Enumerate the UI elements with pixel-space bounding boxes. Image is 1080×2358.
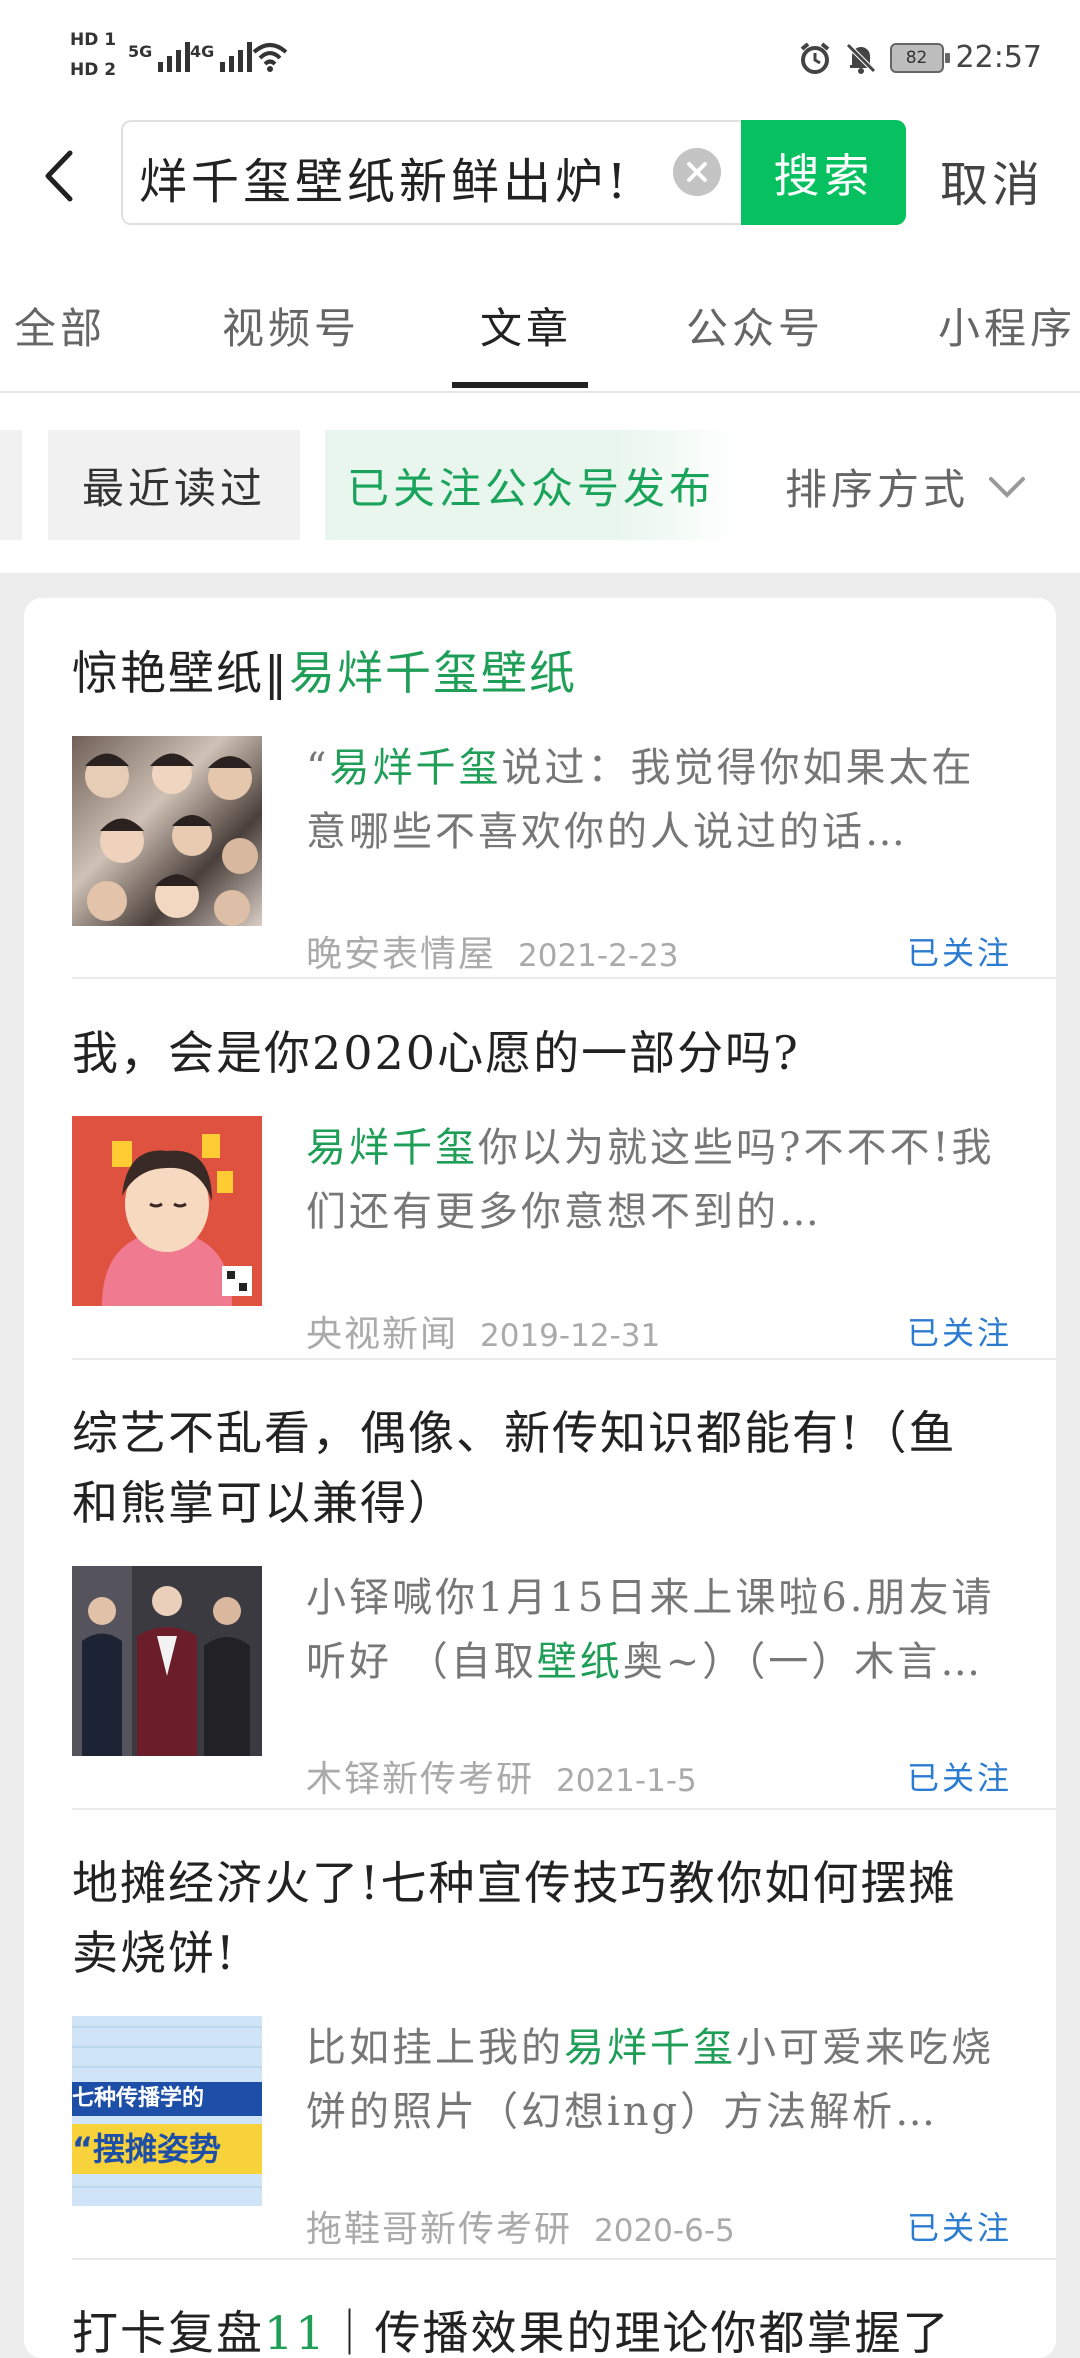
thumbnail-caption-1: 七种传播学的 — [72, 2082, 262, 2116]
filter-recently-read[interactable]: 最近读过 — [48, 430, 300, 540]
filter-chip-partial[interactable] — [0, 430, 22, 540]
sort-label: 排序方式 — [785, 465, 970, 514]
result-date: 2019-12-31 — [480, 1318, 661, 1354]
results-list: 惊艳壁纸‖易烊千玺壁纸 “易烊千玺说过：我觉得你如果太在意哪些不喜欢你的人说过的… — [24, 598, 1056, 2358]
result-item[interactable]: 我，会是你2020心愿的一部分吗? 易烊千玺你以为就这些吗?不不不!我们还有更多… — [72, 1018, 1012, 1438]
result-meta: 晚安表情屋 2021-2-23 — [306, 925, 678, 977]
result-source: 央视新闻 — [306, 1314, 459, 1355]
result-item[interactable]: 综艺不乱看，偶像、新传知识都能有!（鱼和熊掌可以兼得） 小铎喊你1月15日来上课… — [72, 1398, 1012, 1878]
filter-bar: 最近读过 已关注公众号发布 排序方式 — [0, 393, 1080, 573]
result-source: 木铎新传考研 — [306, 1759, 535, 1800]
result-snippet: “易烊千玺说过：我觉得你如果太在意哪些不喜欢你的人说过的话… — [306, 745, 975, 855]
result-meta: 拖鞋哥新传考研 2020-6-5 — [306, 2200, 735, 2252]
clear-search-icon[interactable] — [673, 148, 721, 196]
result-thumbnail — [72, 1566, 262, 1756]
sort-dropdown[interactable]: 排序方式 — [785, 456, 1027, 517]
divider — [72, 1808, 1056, 1810]
divider — [72, 977, 1056, 979]
result-title: 打卡复盘11｜传播效果的理论你都掌握了 — [72, 2306, 951, 2358]
result-meta: 木铎新传考研 2021-1-5 — [306, 1750, 697, 1802]
result-date: 2021-1-5 — [556, 1763, 697, 1799]
followed-badge: 已关注 — [906, 1314, 1012, 1352]
signal-4g-icon: 4G — [190, 42, 253, 72]
result-item[interactable]: 打卡复盘11｜传播效果的理论你都掌握了 — [72, 2298, 1012, 2358]
divider — [72, 1358, 1056, 1360]
result-date: 2021-2-23 — [518, 938, 679, 974]
tab-all[interactable]: 全部 — [14, 295, 106, 356]
result-title: 地摊经济火了!七种宣传技巧教你如何摆摊卖烧饼! — [72, 1856, 957, 1980]
search-button[interactable]: 搜索 — [741, 120, 906, 225]
chevron-down-icon — [989, 476, 1026, 498]
bell-muted-icon — [845, 42, 876, 74]
result-title: 惊艳壁纸‖易烊千玺壁纸 — [72, 646, 577, 700]
thumbnail-caption-2: “摆摊姿势 — [72, 2124, 262, 2174]
search-input-value: 烊千玺壁纸新鲜出炉! — [139, 154, 631, 210]
search-input[interactable]: 烊千玺壁纸新鲜出炉! — [121, 120, 741, 225]
cancel-button[interactable]: 取消 — [940, 145, 1044, 215]
tab-articles[interactable]: 文章 — [480, 295, 572, 356]
result-title: 我，会是你2020心愿的一部分吗? — [72, 1026, 800, 1080]
category-tabs: 全部 视频号 文章 公众号 小程序 — [0, 235, 1080, 393]
result-snippet: 比如挂上我的易烊千玺小可爱来吃烧饼的照片（幻想ing）方法解析… — [306, 2025, 994, 2135]
result-snippet: 易烊千玺你以为就这些吗?不不不!我们还有更多你意想不到的… — [306, 1125, 995, 1235]
result-thumbnail — [72, 1116, 262, 1306]
filter-followed-accounts[interactable]: 已关注公众号发布 — [325, 430, 737, 540]
hd2-indicator: HD 2 — [70, 60, 117, 80]
search-header: 烊千玺壁纸新鲜出炉! 搜索 取消 — [0, 115, 1080, 235]
followed-badge: 已关注 — [906, 934, 1012, 972]
signal-5g-icon: 5G — [128, 42, 191, 72]
divider — [72, 2258, 1056, 2260]
result-thumbnail: 七种传播学的 “摆摊姿势 — [72, 2016, 262, 2206]
back-arrow-icon[interactable] — [30, 141, 90, 211]
result-date: 2020-6-5 — [594, 2213, 735, 2249]
followed-badge: 已关注 — [906, 2209, 1012, 2247]
tab-official-accounts[interactable]: 公众号 — [686, 295, 824, 356]
result-title: 综艺不乱看，偶像、新传知识都能有!（鱼和熊掌可以兼得） — [72, 1406, 957, 1530]
wifi-icon — [252, 43, 288, 72]
status-bar: HD 1 HD 2 5G 4G 82 22:57 — [0, 0, 1080, 115]
result-source: 晚安表情屋 — [306, 934, 497, 975]
result-item[interactable]: 地摊经济火了!七种宣传技巧教你如何摆摊卖烧饼! 七种传播学的 “摆摊姿势 比如挂… — [72, 1848, 1012, 2288]
hd1-indicator: HD 1 — [70, 30, 117, 50]
clock: 22:57 — [955, 40, 1042, 75]
result-source: 拖鞋哥新传考研 — [306, 2209, 573, 2250]
result-meta: 央视新闻 2019-12-31 — [306, 1305, 660, 1357]
result-thumbnail — [72, 736, 262, 926]
result-snippet: 小铎喊你1月15日来上课啦6.朋友请听好 （自取壁纸奥~）（一）木言… — [306, 1575, 995, 1685]
active-tab-indicator — [452, 382, 588, 388]
alarm-icon — [800, 41, 829, 74]
tab-mini-programs[interactable]: 小程序 — [938, 295, 1076, 356]
battery-icon: 82 — [889, 42, 950, 73]
tab-channels[interactable]: 视频号 — [222, 295, 360, 356]
followed-badge: 已关注 — [906, 1759, 1012, 1797]
